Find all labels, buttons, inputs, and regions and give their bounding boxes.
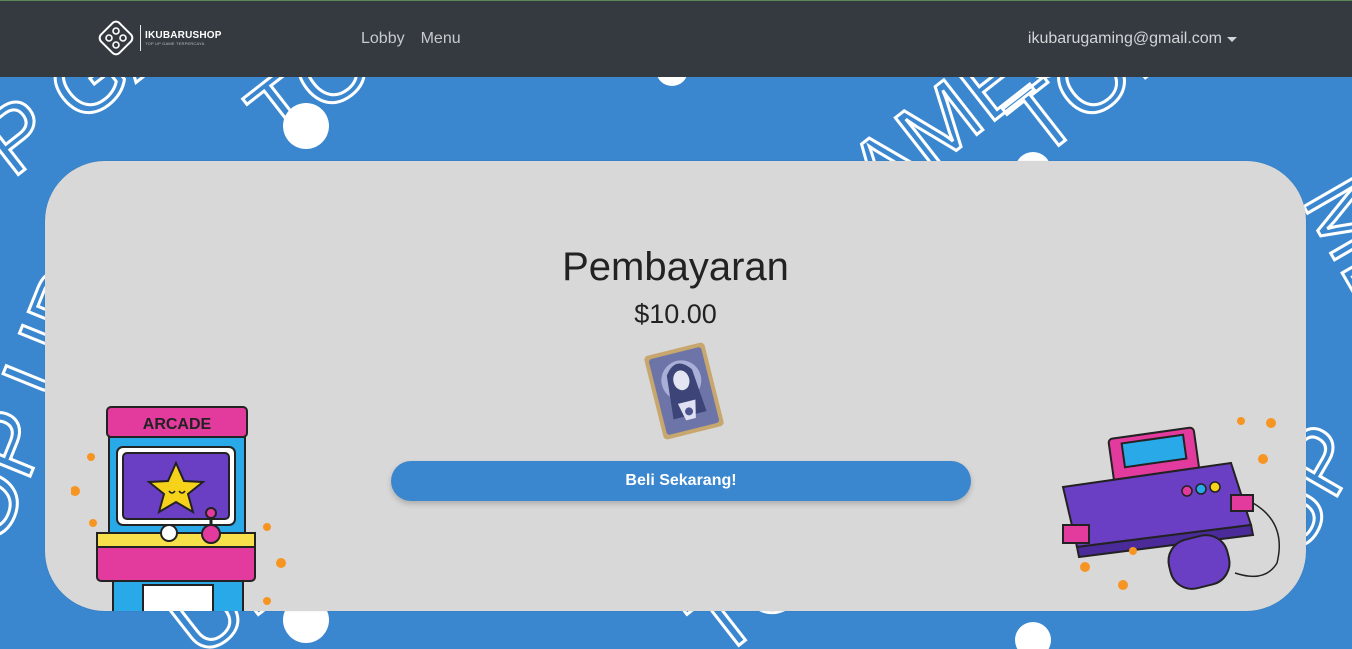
retro-console-illustration — [1061, 417, 1281, 590]
payment-card: Pembayaran $10.00 Beli Sekarang! ARCADE — [45, 161, 1306, 611]
nav-links: Lobby Menu — [361, 30, 461, 48]
gamepad-logo-icon — [98, 20, 134, 56]
brand-text: IKUBARUSHOP TOP UP GAME TERPERCAYA — [145, 30, 222, 47]
price-label: $10.00 — [634, 299, 717, 329]
arcade-label: ARCADE — [143, 416, 212, 433]
buy-now-button[interactable]: Beli Sekarang! — [391, 461, 971, 501]
brand-logo[interactable]: IKUBARUSHOP TOP UP GAME TERPERCAYA — [97, 19, 222, 57]
caret-down-icon — [1227, 36, 1237, 42]
brand-name: IKUBARUSHOP — [145, 29, 222, 41]
brand-divider — [140, 25, 141, 51]
user-email: ikubarugaming@gmail.com — [1027, 30, 1222, 47]
brand-tagline: TOP UP GAME TERPERCAYA — [145, 40, 205, 46]
user-dropdown[interactable]: ikubarugaming@gmail.com — [1028, 30, 1237, 48]
product-card-image — [644, 342, 724, 440]
nav-link-menu[interactable]: Menu — [421, 30, 461, 48]
top-navbar: IKUBARUSHOP TOP UP GAME TERPERCAYA Lobby… — [0, 0, 1352, 77]
page-title: Pembayaran — [562, 245, 789, 289]
nav-link-lobby[interactable]: Lobby — [361, 30, 405, 48]
arcade-machine-illustration: ARCADE — [71, 406, 286, 611]
